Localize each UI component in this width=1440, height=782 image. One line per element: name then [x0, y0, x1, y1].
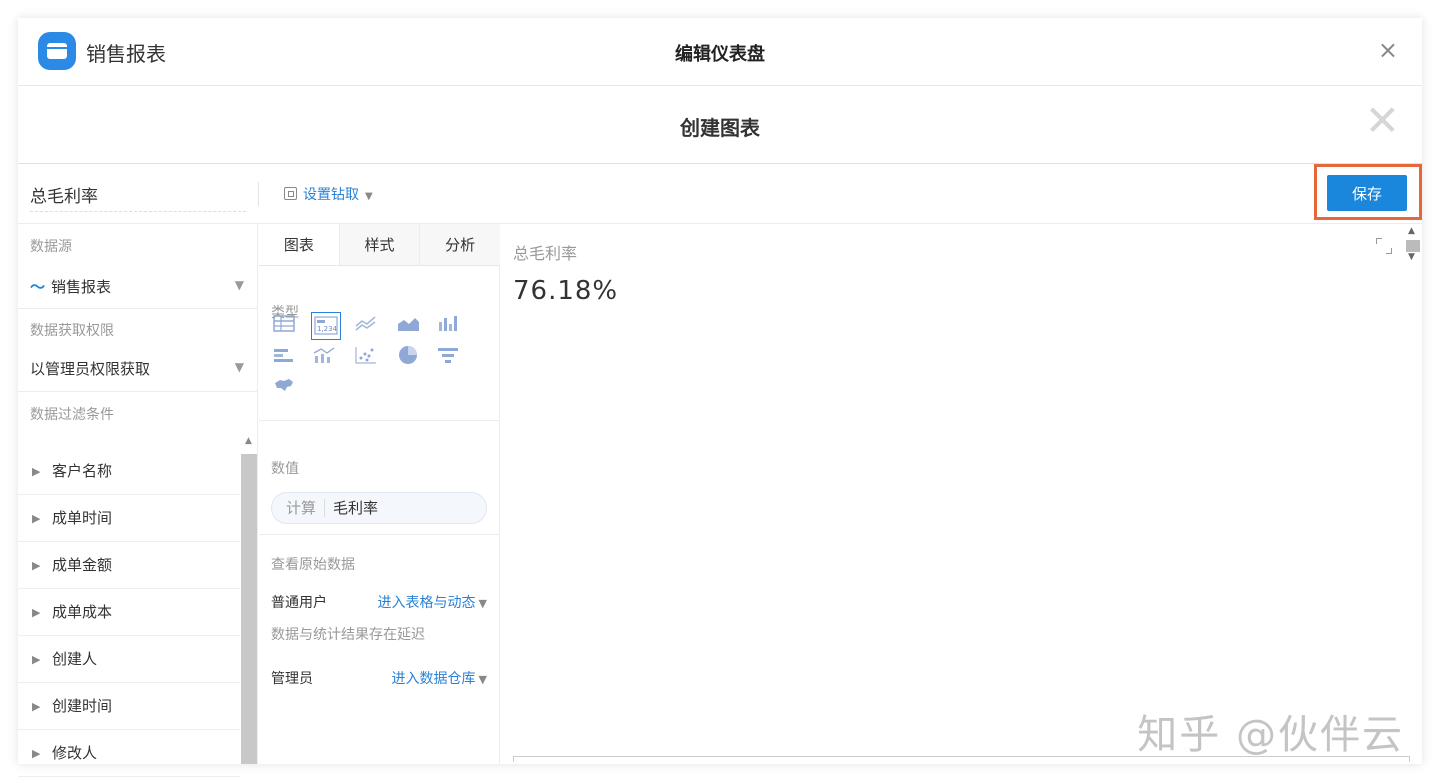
save-button[interactable]: 保存	[1327, 175, 1407, 211]
bar-chart-icon[interactable]	[435, 312, 465, 340]
expand-icon: ▶	[32, 465, 41, 478]
normal-user-label: 普通用户	[271, 595, 327, 611]
pie-chart-icon[interactable]	[395, 344, 425, 372]
filter-label: 创建人	[52, 650, 98, 668]
chevron-down-icon: ▼	[234, 278, 244, 292]
dialog-window: 销售报表 编辑仪表盘 × 创建图表 ✕ 设置钻取 ▼ 保存 数据源 〜销售报表 ▼…	[18, 18, 1422, 777]
expand-icon: ▶	[32, 559, 41, 572]
expand-icon: ▶	[32, 606, 41, 619]
top-bar: 销售报表 编辑仪表盘 ×	[18, 18, 1422, 86]
table-icon[interactable]	[271, 312, 301, 340]
combo-chart-icon[interactable]	[311, 344, 341, 372]
funnel-chart-icon[interactable]	[435, 344, 465, 372]
chevron-down-icon: ▼	[478, 673, 487, 686]
filter-item[interactable]: ▶ 创建时间	[18, 683, 240, 730]
filter-label: 成单时间	[52, 509, 113, 527]
admin-row: 管理员 进入数据仓库 ▼	[271, 668, 487, 688]
preview-scrollbar[interactable]: ▲ ▼	[1406, 226, 1420, 266]
expand-icon: ▶	[32, 653, 41, 666]
tab-chart[interactable]: 图表	[259, 224, 339, 265]
horizontal-bar-icon[interactable]	[271, 344, 301, 372]
divider	[258, 182, 259, 206]
svg-text:1,234: 1,234	[317, 325, 338, 333]
datasource-value: 销售报表	[51, 278, 112, 296]
watermark: 知乎 @伙伴云	[1137, 712, 1404, 758]
filter-item[interactable]: ▶ 修改人	[18, 730, 240, 777]
tab-analysis[interactable]: 分析	[419, 224, 501, 265]
filter-label: 客户名称	[52, 462, 113, 480]
value-label: 数值	[271, 461, 299, 477]
normal-user-link[interactable]: 进入表格与动态 ▼	[378, 592, 487, 612]
expand-icon: ▶	[32, 700, 41, 713]
divider	[259, 420, 500, 421]
tab-style[interactable]: 样式	[338, 224, 420, 265]
scatter-chart-icon[interactable]	[353, 344, 383, 372]
permission-select[interactable]: 以管理员权限获取 ▼	[30, 358, 244, 379]
link-label: 进入数据仓库	[391, 671, 476, 687]
datasource-select[interactable]: 〜销售报表 ▼	[30, 276, 244, 297]
scroll-thumb[interactable]	[1406, 240, 1420, 252]
preview-title: 总毛利率	[513, 244, 578, 263]
calc-tag: 计算	[286, 499, 326, 517]
trend-icon: 〜	[30, 278, 46, 296]
admin-label: 管理员	[271, 671, 313, 687]
line-chart-icon[interactable]	[353, 312, 383, 340]
divider	[18, 391, 258, 392]
page-title: 编辑仪表盘	[675, 44, 765, 65]
filter-label: 修改人	[52, 744, 98, 762]
chart-toolbar: 设置钻取 ▼ 保存	[18, 164, 1422, 224]
chevron-down-icon: ▼	[234, 360, 244, 374]
permission-value: 以管理员权限获取	[30, 360, 151, 378]
chart-preview: 总毛利率 76.18% ▲ ▼ 知乎 @伙伴云	[501, 224, 1422, 764]
permission-label: 数据获取权限	[30, 323, 114, 339]
scroll-thumb[interactable]	[241, 454, 257, 764]
dialog-title: 创建图表	[680, 116, 760, 140]
divider	[18, 308, 258, 309]
chevron-down-icon: ▼	[478, 597, 487, 610]
normal-user-row: 普通用户 进入表格与动态 ▼	[271, 592, 487, 612]
filter-label: 成单金额	[52, 556, 113, 574]
filter-scrollbar[interactable]: ▲	[241, 436, 257, 764]
config-panel: 图表 样式 分析 类型 1,234 数值 计算 毛利率 查看原始数据 普通用户 …	[259, 224, 501, 764]
filter-item[interactable]: ▶ 成单金额	[18, 542, 240, 589]
drill-label: 设置钻取	[303, 187, 359, 203]
config-tabs: 图表 样式 分析	[259, 224, 501, 266]
filter-label: 数据过滤条件	[30, 407, 114, 423]
save-highlight: 保存	[1314, 164, 1422, 220]
expand-icon: ▶	[32, 512, 41, 525]
link-label: 进入表格与动态	[377, 595, 476, 611]
kpi-number-icon[interactable]: 1,234	[311, 312, 341, 340]
scroll-up-icon[interactable]: ▲	[245, 436, 252, 446]
close-icon[interactable]: ×	[1378, 36, 1398, 64]
map-icon[interactable]	[271, 374, 301, 402]
calc-field: 毛利率	[333, 499, 379, 517]
fullscreen-icon[interactable]	[1376, 238, 1392, 254]
chevron-down-icon: ▼	[365, 191, 373, 202]
raw-data-label: 查看原始数据	[271, 557, 355, 573]
drill-icon	[284, 187, 297, 200]
filter-item[interactable]: ▶ 成单时间	[18, 495, 240, 542]
divider	[259, 534, 500, 535]
filter-item[interactable]: ▶ 客户名称	[18, 448, 240, 495]
admin-link[interactable]: 进入数据仓库 ▼	[392, 668, 487, 688]
scroll-up-icon[interactable]: ▲	[1408, 226, 1415, 236]
filter-label: 创建时间	[52, 697, 113, 715]
preview-bottom-edge	[513, 756, 1410, 762]
chart-name-input[interactable]	[30, 178, 246, 212]
dialog-header: 创建图表 ✕	[18, 86, 1422, 164]
area-chart-icon[interactable]	[395, 312, 425, 340]
data-panel: 数据源 〜销售报表 ▼ 数据获取权限 以管理员权限获取 ▼ 数据过滤条件 ▶ 客户…	[18, 224, 258, 777]
expand-icon: ▶	[32, 747, 41, 760]
filter-list: ▶ 客户名称 ▶ 成单时间 ▶ 成单金额 ▶ 成单成本 ▶ 创建人 ▶ 创建时间 ▶ 修改人	[18, 448, 240, 777]
value-field-pill[interactable]: 计算 毛利率	[271, 492, 487, 524]
kpi-value: 76.18%	[513, 276, 619, 306]
filter-label: 成单成本	[52, 603, 113, 621]
delay-note: 数据与统计结果存在延迟	[271, 627, 425, 643]
scroll-down-icon[interactable]: ▼	[1408, 252, 1415, 262]
filter-item[interactable]: ▶ 成单成本	[18, 589, 240, 636]
dialog-close-icon[interactable]: ✕	[1365, 100, 1400, 142]
filter-item[interactable]: ▶ 创建人	[18, 636, 240, 683]
drill-setting-button[interactable]: 设置钻取 ▼	[284, 184, 373, 204]
datasource-label: 数据源	[30, 239, 72, 255]
